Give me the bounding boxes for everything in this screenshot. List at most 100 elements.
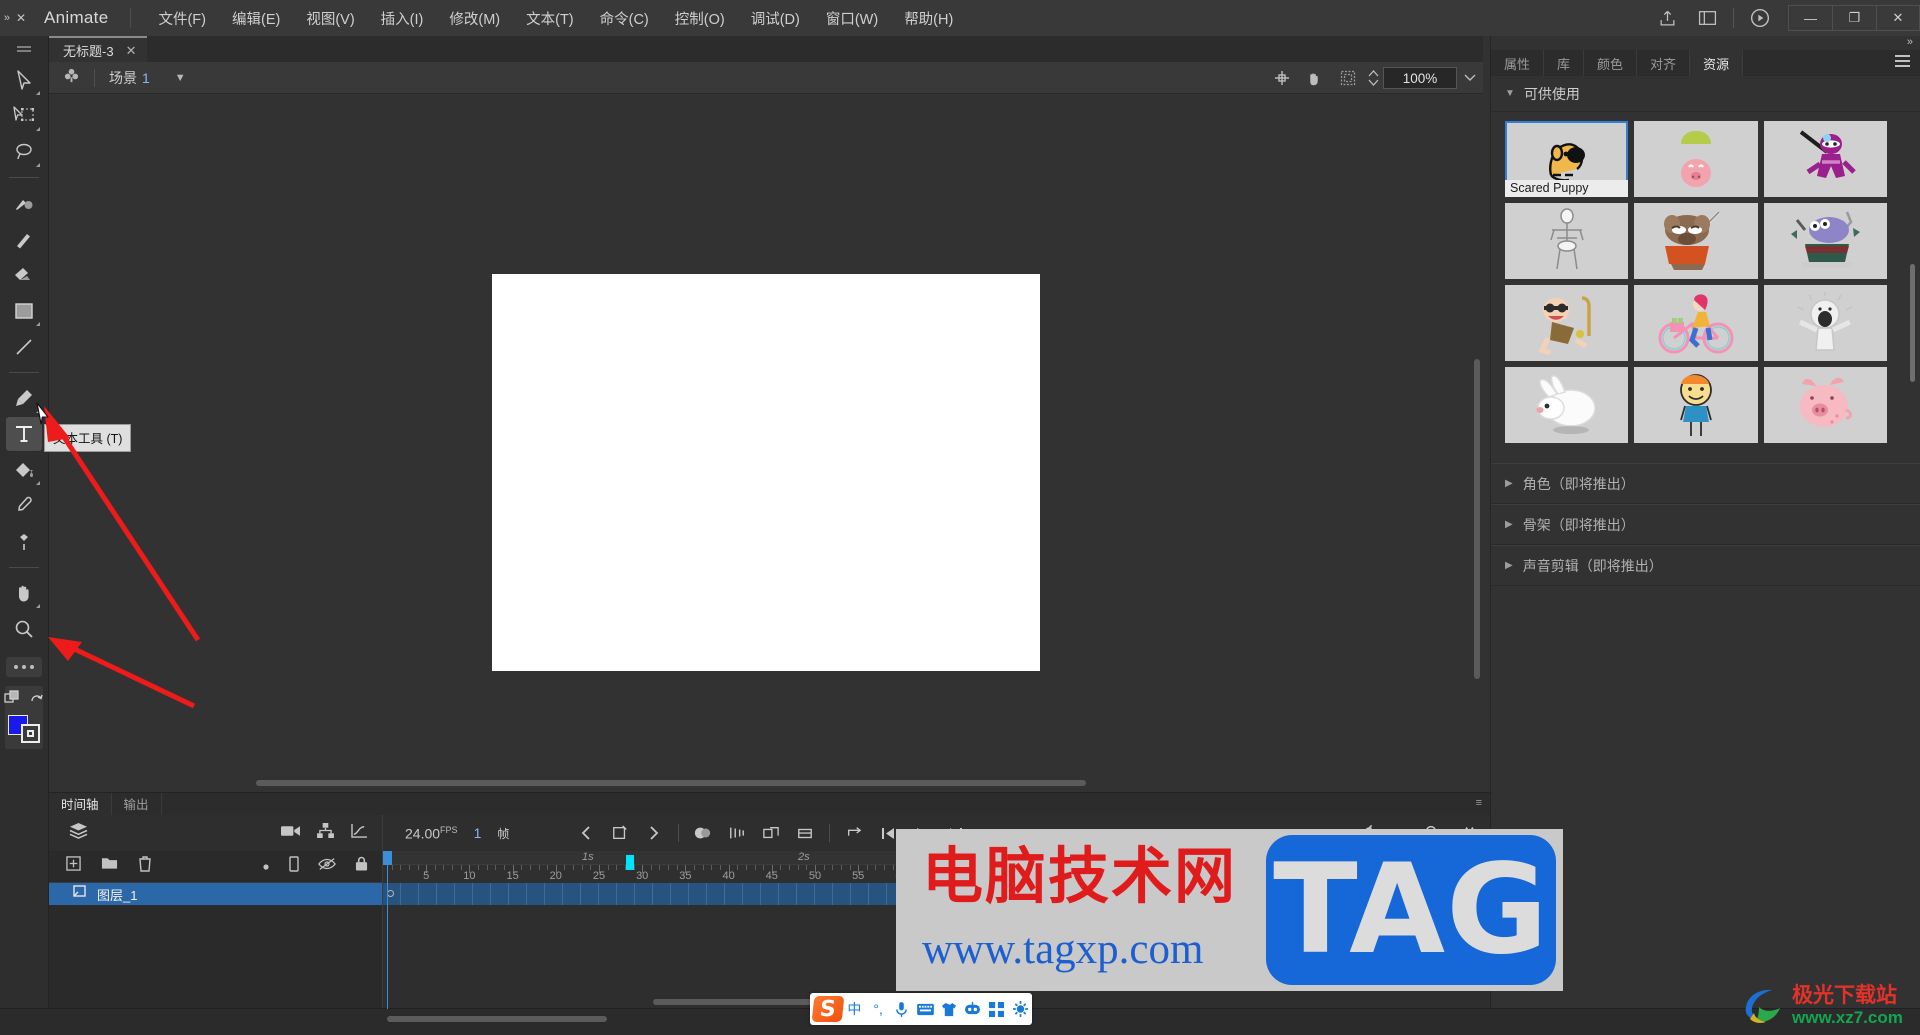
duplicate-icon[interactable]: [3, 690, 20, 711]
zoom-stepper[interactable]: [1368, 70, 1379, 86]
layer-name-label[interactable]: 图层_1: [97, 885, 137, 904]
settings-icon[interactable]: [1008, 996, 1032, 1022]
lock-layer-icon[interactable]: [355, 856, 368, 877]
new-layer-icon[interactable]: [66, 856, 81, 877]
menu-insert[interactable]: 插入(I): [368, 3, 437, 34]
zoom-dropdown-icon[interactable]: [1457, 62, 1483, 94]
modify-onion-markers-button[interactable]: [788, 820, 822, 846]
section-rig[interactable]: ▶ 骨架（即将推出）: [1491, 504, 1920, 545]
asset-item-white-rabbit[interactable]: [1505, 367, 1629, 443]
loop-playback-button[interactable]: [837, 820, 871, 846]
asset-item-skeleton[interactable]: [1505, 203, 1629, 279]
asset-item-scared-puppy[interactable]: Scared Puppy: [1505, 121, 1629, 197]
asset-item-purple-ninja[interactable]: [1763, 121, 1887, 197]
assets-available-section-header[interactable]: ▼ 可供使用: [1491, 76, 1920, 112]
asset-item-screaming-ghost[interactable]: [1763, 285, 1887, 361]
line-tool[interactable]: [6, 330, 42, 364]
keyframe-dot-icon[interactable]: [262, 858, 270, 876]
close-button[interactable]: ✕: [1876, 5, 1920, 31]
document-tab[interactable]: 无标题-3 ✕: [49, 36, 148, 62]
hide-layer-icon[interactable]: [318, 857, 336, 876]
tab-assets[interactable]: 资源: [1690, 50, 1744, 76]
lasso-tool[interactable]: [6, 135, 42, 169]
restore-button[interactable]: ❐: [1832, 5, 1876, 31]
menu-commands[interactable]: 命令(C): [587, 3, 662, 34]
onion-skin-outlines-button[interactable]: [720, 820, 754, 846]
canvas-vertical-scrollbar[interactable]: [1474, 359, 1480, 679]
center-stage-icon[interactable]: [1265, 62, 1298, 94]
close-icon[interactable]: ✕: [16, 11, 26, 25]
menu-modify[interactable]: 修改(M): [436, 3, 513, 34]
playhead[interactable]: [383, 851, 392, 1009]
edit-multiple-frames-button[interactable]: [754, 820, 788, 846]
fps-value[interactable]: 24.00FPS: [405, 825, 458, 842]
panel-collapse-controls[interactable]: » ✕: [0, 0, 30, 36]
asset-item-boy-character[interactable]: [1634, 367, 1758, 443]
apps-icon[interactable]: [985, 996, 1009, 1022]
asset-item-old-man-cane[interactable]: [1505, 285, 1629, 361]
chevron-double-right-icon[interactable]: »: [1907, 36, 1913, 48]
hand-pan-icon[interactable]: [1298, 62, 1331, 94]
playhead-head[interactable]: [383, 851, 392, 865]
selection-tool[interactable]: [6, 63, 42, 97]
ime-language-toggle[interactable]: 中: [843, 996, 867, 1022]
menu-view[interactable]: 视图(V): [293, 3, 367, 34]
brush-tool[interactable]: [6, 186, 42, 220]
menu-control[interactable]: 控制(O): [662, 3, 738, 34]
tab-properties[interactable]: 属性: [1491, 50, 1545, 76]
scene-edit-icon[interactable]: [63, 67, 80, 89]
minimize-button[interactable]: —: [1788, 5, 1832, 31]
share-icon[interactable]: [1647, 0, 1687, 36]
chevron-double-right-icon[interactable]: »: [4, 12, 10, 24]
ime-toolbar[interactable]: S 中 °,: [810, 993, 1032, 1025]
toolbar-handle[interactable]: [0, 36, 49, 62]
keyboard-icon[interactable]: [914, 996, 938, 1022]
chevron-right-icon[interactable]: ▶: [1505, 478, 1513, 489]
mic-icon[interactable]: [890, 996, 914, 1022]
current-frame-value[interactable]: 1: [474, 825, 482, 841]
play-preview-icon[interactable]: [1740, 0, 1780, 36]
bottom-scrollbar[interactable]: [387, 1016, 607, 1022]
menu-debug[interactable]: 调试(D): [738, 3, 813, 34]
asset-item-parachute-pig[interactable]: [1634, 121, 1758, 197]
onion-skin-button[interactable]: [686, 820, 720, 846]
menu-edit[interactable]: 编辑(E): [219, 3, 293, 34]
panel-menu-icon[interactable]: [1895, 55, 1910, 67]
fit-stage-icon[interactable]: [1331, 62, 1364, 94]
timeline-layer-row[interactable]: 图层_1: [49, 883, 382, 905]
delete-layer-icon[interactable]: [138, 856, 152, 877]
properties-panel-icon[interactable]: [1687, 0, 1727, 36]
tab-color[interactable]: 颜色: [1584, 50, 1638, 76]
asset-item-girl-on-bicycle[interactable]: [1634, 285, 1758, 361]
rectangle-tool[interactable]: [6, 294, 42, 328]
chevron-down-icon[interactable]: ▼: [1505, 88, 1515, 99]
canvas-area[interactable]: [49, 94, 1483, 792]
asset-item-pink-pig[interactable]: [1763, 367, 1887, 443]
tab-output[interactable]: 输出: [112, 793, 162, 815]
tab-align[interactable]: 对齐: [1637, 50, 1691, 76]
next-keyframe-button[interactable]: [637, 820, 671, 846]
camera-icon[interactable]: [281, 824, 300, 843]
asset-grid-scrollbar[interactable]: [1910, 264, 1915, 382]
parenting-icon[interactable]: [317, 823, 334, 843]
fill-color-swatch[interactable]: [21, 724, 40, 743]
panel-menu-icon[interactable]: ≡: [1476, 797, 1482, 809]
tab-library[interactable]: 库: [1544, 50, 1585, 76]
section-audio-clips[interactable]: ▶ 声音剪辑（即将推出）: [1491, 545, 1920, 586]
section-characters[interactable]: ▶ 角色（即将推出）: [1491, 463, 1920, 504]
canvas-horizontal-scrollbar[interactable]: [256, 780, 1086, 786]
tab-timeline[interactable]: 时间轴: [49, 793, 112, 815]
shirt-icon[interactable]: [937, 996, 961, 1022]
insert-keyframe-button[interactable]: [603, 820, 637, 846]
asset-item-fish-pirate[interactable]: [1763, 203, 1887, 279]
chevron-right-icon[interactable]: ▶: [1505, 560, 1513, 571]
chevron-right-icon[interactable]: ▶: [1505, 519, 1513, 530]
zoom-input[interactable]: 100%: [1383, 67, 1457, 89]
paintbrush-tool[interactable]: [6, 222, 42, 256]
document-tab-close-icon[interactable]: ✕: [126, 44, 137, 57]
sogou-logo-icon[interactable]: S: [811, 996, 844, 1022]
menu-help[interactable]: 帮助(H): [891, 3, 966, 34]
graph-editor-icon[interactable]: [351, 823, 368, 843]
stage-canvas[interactable]: [492, 274, 1040, 671]
chevron-down-icon[interactable]: ▼: [175, 72, 186, 84]
